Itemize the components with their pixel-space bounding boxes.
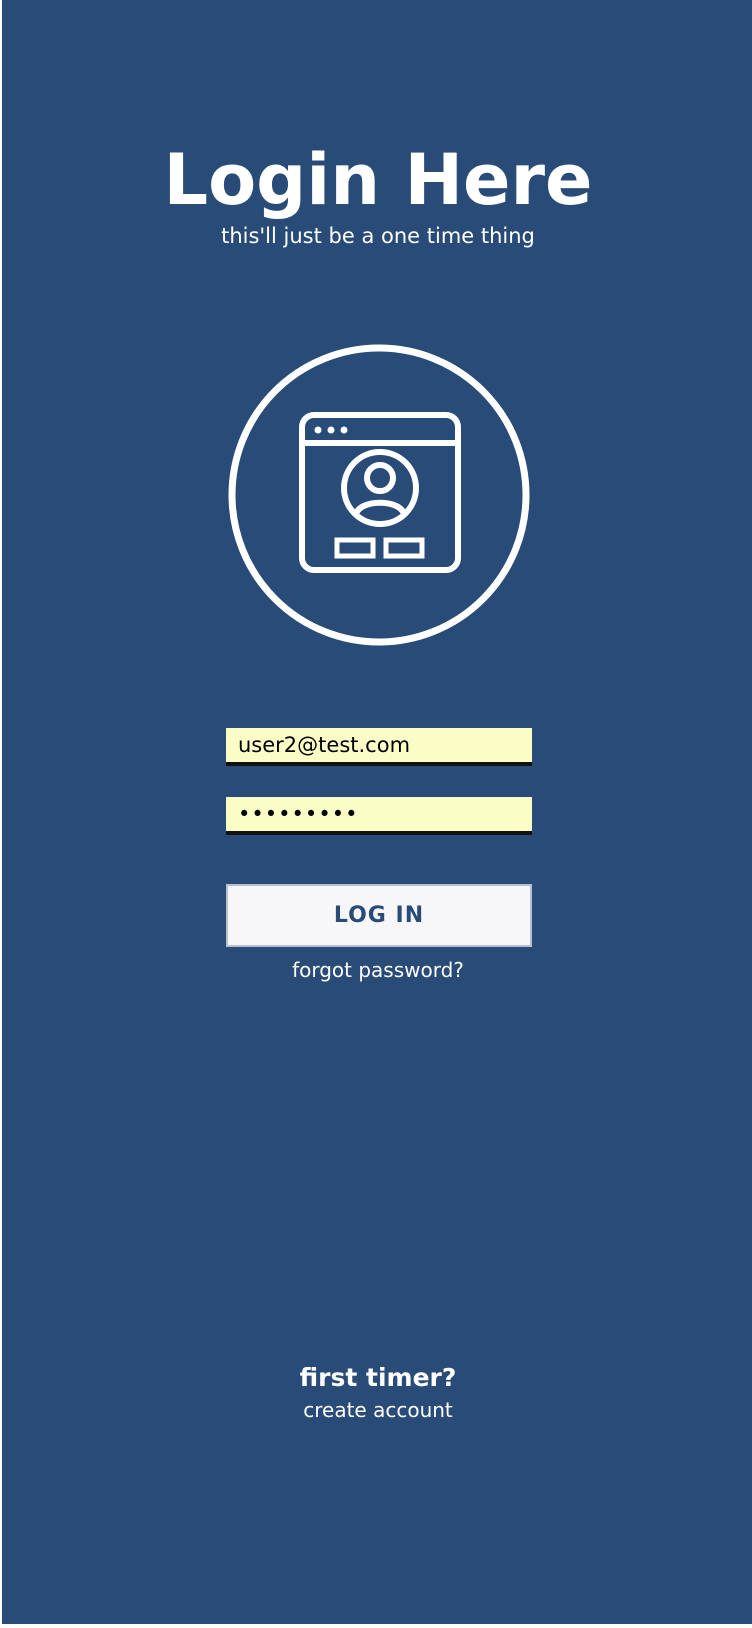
email-field[interactable] <box>226 728 532 766</box>
first-timer-label: first timer? <box>299 1363 457 1392</box>
forgot-password-link[interactable]: forgot password? <box>2 956 752 984</box>
create-account-link[interactable]: create account <box>2 1396 752 1424</box>
user-login-window-icon <box>228 344 530 646</box>
login-screen: Login Here this'll just be a one time th… <box>2 0 752 1624</box>
page-title: Login Here <box>163 139 593 221</box>
password-field[interactable] <box>226 797 532 835</box>
page-subtitle: this'll just be a one time thing <box>221 224 535 248</box>
login-button[interactable]: LOG IN <box>226 884 532 947</box>
